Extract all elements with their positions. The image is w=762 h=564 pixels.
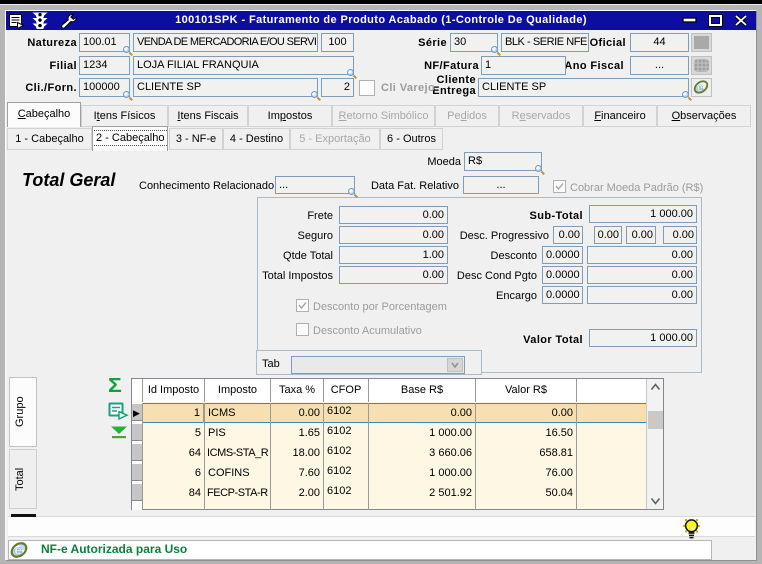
svg-text:e: e [697, 82, 703, 94]
svg-text:e: e [15, 543, 22, 558]
